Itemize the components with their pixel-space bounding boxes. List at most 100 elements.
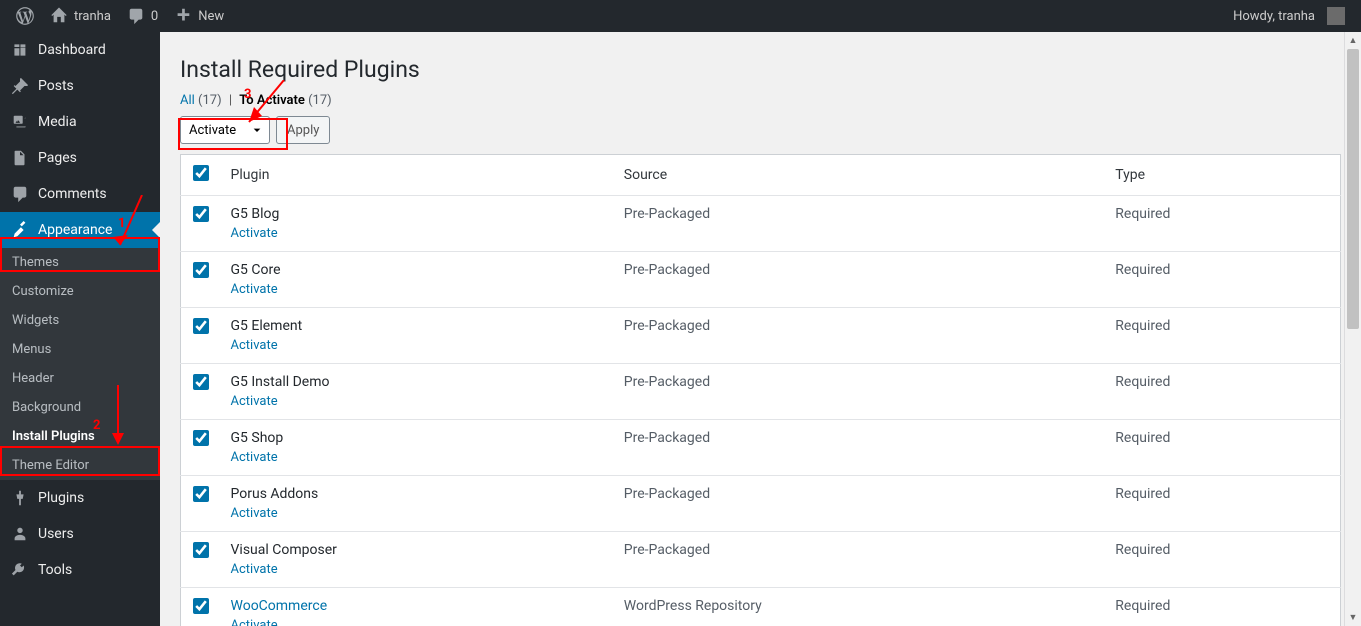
col-source[interactable]: Source (614, 155, 1106, 196)
sidebar-item-label: Plugins (38, 490, 84, 506)
plugin-source: Pre-Packaged (614, 308, 1106, 364)
admin-sidebar: Dashboard Posts Media PagesCommentsAppearan… (0, 32, 160, 626)
submenu-item-background[interactable]: Background (0, 393, 160, 422)
wordpress-icon (16, 7, 34, 25)
plugin-name: Visual Composer (231, 542, 604, 558)
col-type[interactable]: Type (1105, 155, 1340, 196)
plugin-name: G5 Core (231, 262, 604, 278)
paint-icon (10, 220, 30, 240)
plugin-type: Required (1105, 532, 1340, 588)
sidebar-item-label: Users (38, 526, 74, 542)
sidebar-item-pages[interactable]: Pages (0, 140, 160, 176)
activate-link[interactable]: Activate (231, 506, 604, 521)
plugins-table: Plugin Source Type G5 BlogActivatePre-Pa… (180, 154, 1341, 626)
activate-link[interactable]: Activate (231, 226, 604, 241)
bulk-actions: Activate Apply (180, 116, 1341, 144)
tools-icon (10, 560, 30, 580)
filter-to-activate-count: (17) (308, 93, 332, 108)
comment-icon (127, 7, 145, 25)
comments-link[interactable]: 0 (119, 0, 166, 32)
table-row: G5 Element Activate Pre-PackagedRequired (181, 308, 1341, 364)
sidebar-item-media[interactable]: Media (0, 104, 160, 140)
plugin-name[interactable]: WooCommerce (231, 598, 604, 614)
dashboard-icon (10, 40, 30, 60)
scroll-up-arrow[interactable]: ▲ (1345, 32, 1361, 49)
submenu-item-widgets[interactable]: Widgets (0, 306, 160, 335)
sidebar-item-plugins[interactable]: Plugins (0, 480, 160, 516)
row-checkbox[interactable] (193, 318, 209, 334)
sidebar-item-tools[interactable]: Tools (0, 552, 160, 588)
sidebar-item-label: Media (38, 114, 77, 130)
plugin-type: Required (1105, 196, 1340, 252)
activate-link[interactable]: Activate (231, 394, 604, 409)
row-checkbox[interactable] (193, 598, 209, 614)
table-row: WooCommerceActivateWordPress RepositoryR… (181, 588, 1341, 626)
scrollbar-thumb[interactable] (1347, 49, 1359, 329)
bulk-action-select[interactable]: Activate (180, 116, 270, 144)
wp-logo[interactable] (8, 0, 42, 32)
row-checkbox[interactable] (193, 374, 209, 390)
page-title: Install Required Plugins (180, 56, 1341, 83)
filter-all[interactable]: All (180, 93, 195, 108)
users-icon (10, 524, 30, 544)
submenu-item-install-plugins[interactable]: Install Plugins (0, 422, 160, 451)
scrollbar[interactable]: ▲ ▼ (1344, 32, 1361, 626)
admin-topbar: tranha 0 New Howdy, tranha (0, 0, 1361, 32)
activate-link[interactable]: Activate (231, 338, 604, 353)
plugin-type: Required (1105, 308, 1340, 364)
site-name: tranha (74, 9, 111, 24)
plugin-type: Required (1105, 364, 1340, 420)
row-checkbox[interactable] (193, 206, 209, 222)
sidebar-item-label: Tools (38, 562, 72, 578)
media-icon (10, 112, 30, 132)
sidebar-item-posts[interactable]: Posts (0, 68, 160, 104)
plugin-source: Pre-Packaged (614, 420, 1106, 476)
table-row: G5 Install DemoActivatePre-PackagedRequi… (181, 364, 1341, 420)
avatar (1327, 7, 1345, 25)
plugin-name: G5 Install Demo (231, 374, 604, 390)
submenu-item-menus[interactable]: Menus (0, 335, 160, 364)
sidebar-item-label: Posts (38, 78, 74, 94)
pages-icon (10, 148, 30, 168)
site-home-link[interactable]: tranha (42, 0, 119, 32)
row-checkbox[interactable] (193, 262, 209, 278)
apply-button[interactable]: Apply (276, 116, 330, 144)
filter-all-count: (17) (198, 93, 222, 108)
submenu-item-theme-editor[interactable]: Theme Editor (0, 451, 160, 480)
howdy-text: Howdy, tranha (1233, 9, 1315, 24)
table-row: Visual Composer Activate Pre-PackagedRequi… (181, 532, 1341, 588)
table-row: G5 ShopActivatePre-PackagedRequired (181, 420, 1341, 476)
filter-to-activate[interactable]: To Activate (239, 93, 305, 108)
submenu-item-customize[interactable]: Customize (0, 277, 160, 306)
plugin-name: Porus Addons (231, 486, 604, 502)
new-menu[interactable]: New (166, 0, 232, 32)
activate-link[interactable]: Activate (231, 562, 604, 577)
sidebar-item-users[interactable]: Users (0, 516, 160, 552)
row-checkbox[interactable] (193, 430, 209, 446)
comments-icon (10, 184, 30, 204)
plugin-type: Required (1105, 420, 1340, 476)
pin-icon (10, 76, 30, 96)
col-plugin[interactable]: Plugin (221, 155, 614, 196)
plus-icon (174, 7, 192, 25)
sidebar-item-dashboard[interactable]: Dashboard (0, 32, 160, 68)
sidebar-item-label: Dashboard (38, 42, 106, 58)
submenu-item-themes[interactable]: Themes (0, 248, 160, 277)
row-checkbox[interactable] (193, 486, 209, 502)
sidebar-item-comments[interactable]: Comments (0, 176, 160, 212)
comments-count: 0 (151, 9, 158, 24)
select-all-checkbox[interactable] (193, 165, 209, 181)
plugin-source: Pre-Packaged (614, 532, 1106, 588)
plug-icon (10, 488, 30, 508)
plugin-name: G5 Element (231, 318, 604, 334)
scroll-down-arrow[interactable]: ▼ (1345, 609, 1361, 626)
submenu-item-header[interactable]: Header (0, 364, 160, 393)
plugin-source: WordPress Repository (614, 588, 1106, 626)
sidebar-item-appearance[interactable]: Appearance (0, 212, 160, 248)
activate-link[interactable]: Activate (231, 282, 604, 297)
activate-link[interactable]: Activate (231, 450, 604, 465)
row-checkbox[interactable] (193, 542, 209, 558)
howdy-account[interactable]: Howdy, tranha (1225, 0, 1353, 32)
table-row: G5 CoreActivatePre-PackagedRequired (181, 252, 1341, 308)
activate-link[interactable]: Activate (231, 618, 604, 626)
